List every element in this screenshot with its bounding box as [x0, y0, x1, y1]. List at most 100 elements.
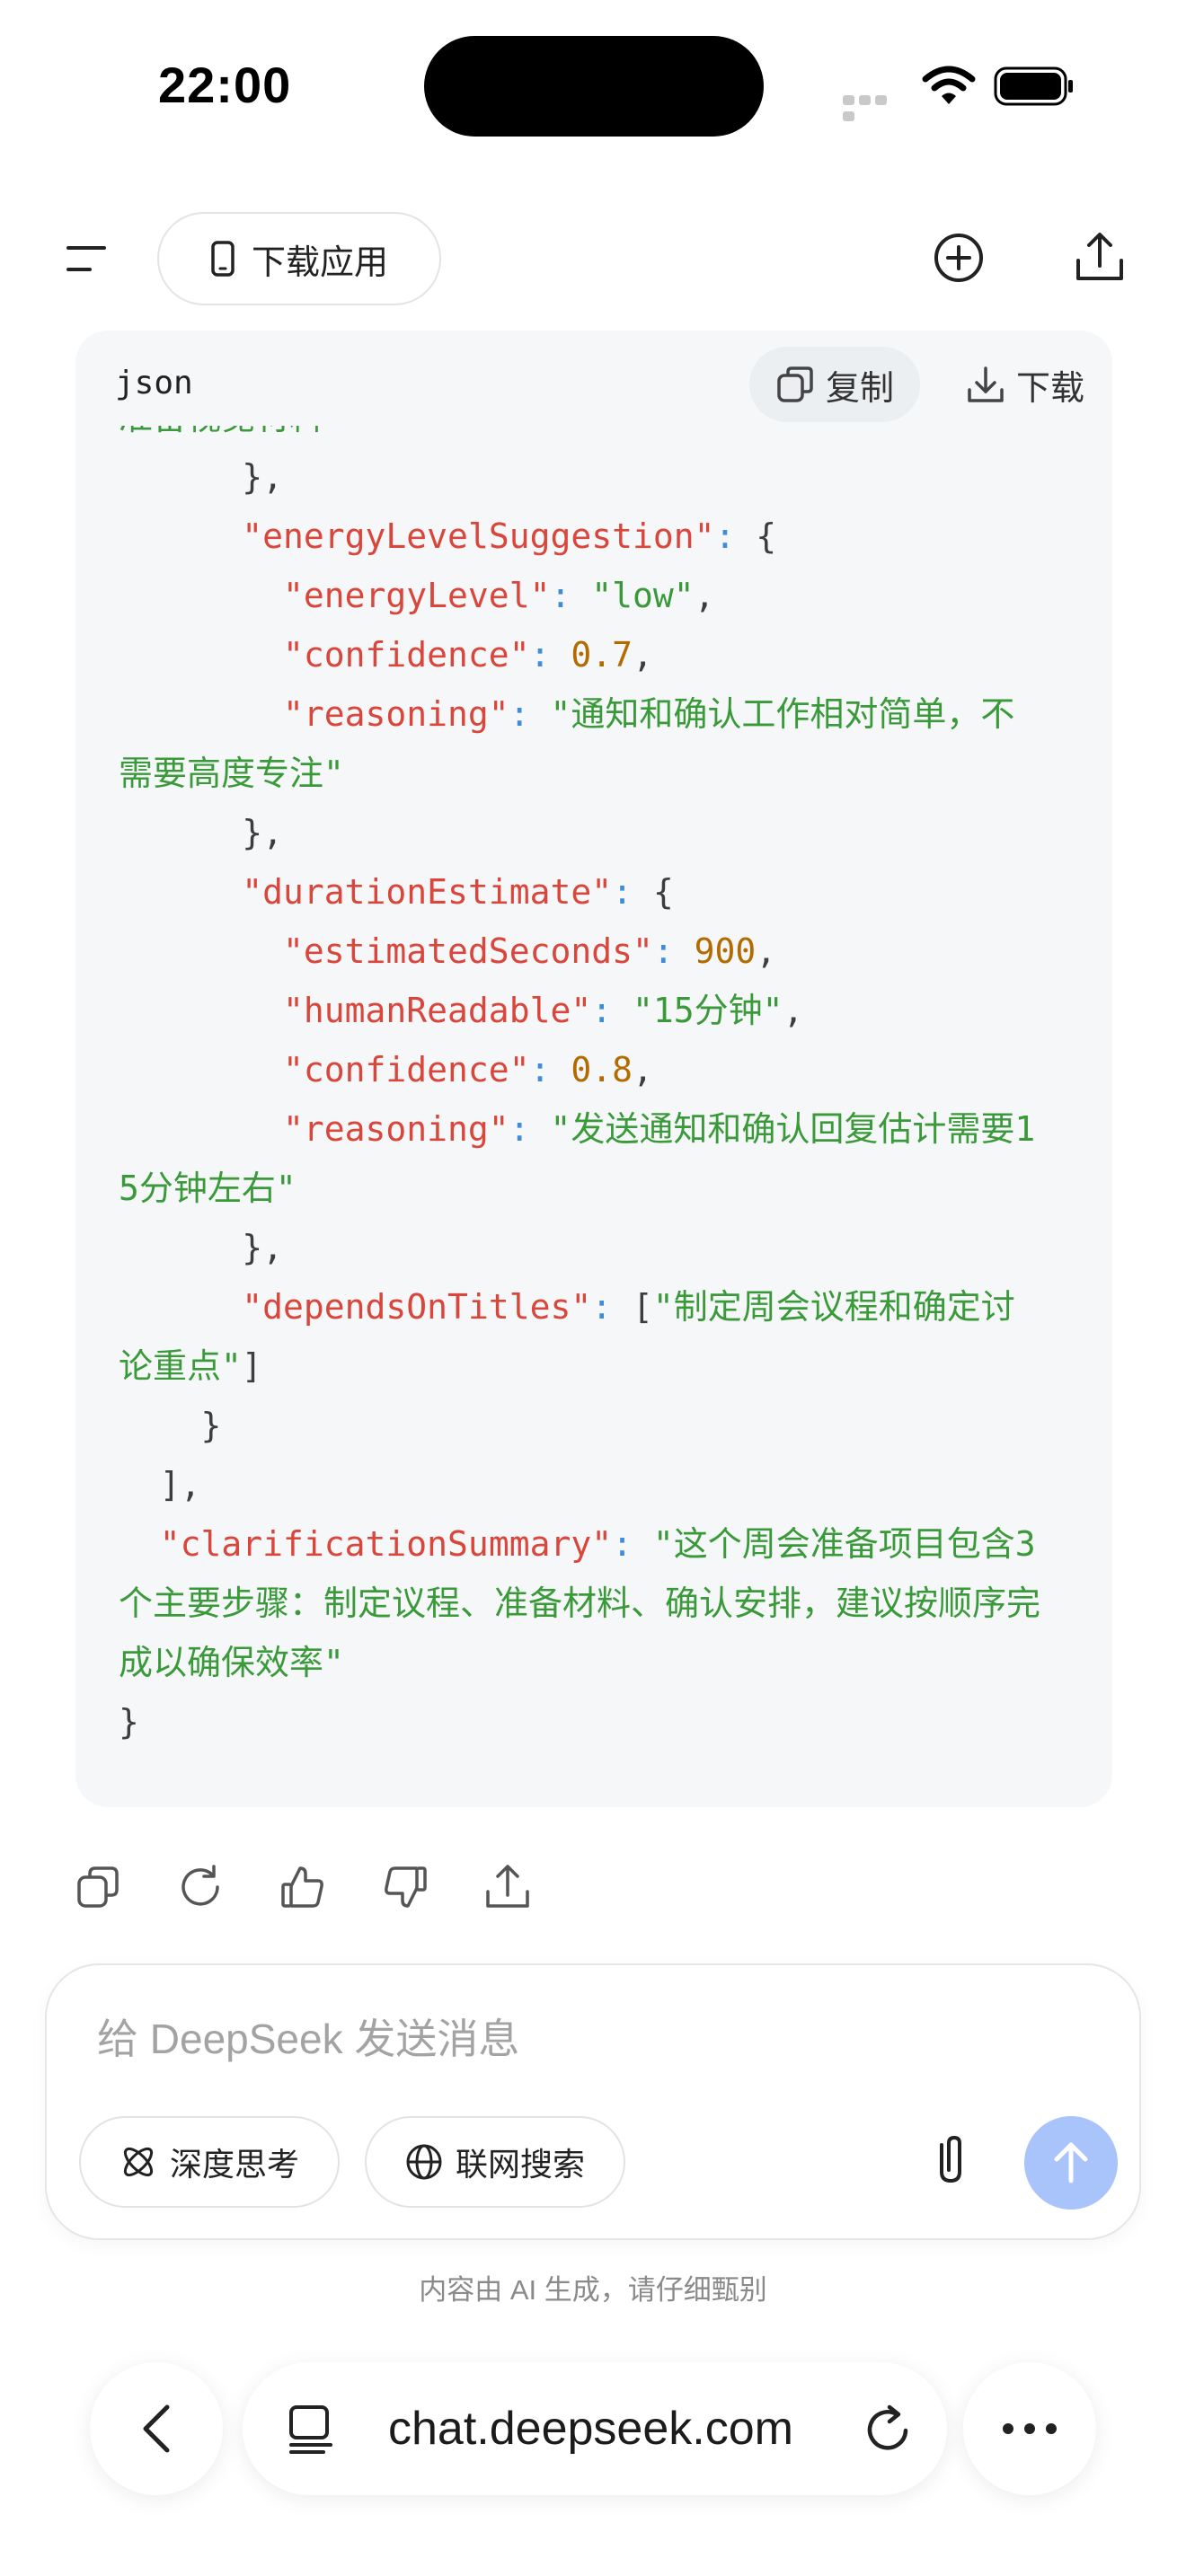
- code-token: }: [119, 1406, 222, 1445]
- code-token: 0.8: [571, 1050, 633, 1090]
- code-token: ,: [694, 576, 715, 615]
- regenerate-icon[interactable]: [176, 1863, 225, 1911]
- code-token: [: [632, 1287, 653, 1327]
- code-token: :: [529, 635, 571, 675]
- code-line: "durationEstimate": {: [119, 862, 674, 922]
- code-token: "clarificationSummary": [159, 1524, 613, 1564]
- code-token: 900: [694, 931, 757, 971]
- code-line: "confidence": 0.7,: [119, 625, 653, 684]
- thumbs-up-icon[interactable]: [279, 1863, 327, 1911]
- code-token: },: [119, 1228, 284, 1267]
- deep-think-toggle[interactable]: 深度思考: [79, 2116, 340, 2208]
- send-button[interactable]: [1024, 2116, 1118, 2210]
- sidebar-menu-icon[interactable]: [65, 241, 108, 277]
- code-line: 准备视觉材料: [119, 426, 323, 447]
- code-token: "estimatedSeconds": [283, 931, 653, 971]
- code-line: 需要高度专注": [119, 744, 344, 803]
- address-bar[interactable]: chat.deepseek.com: [243, 2362, 947, 2495]
- reload-icon[interactable]: [863, 2404, 913, 2456]
- url-text: chat.deepseek.com: [388, 2403, 793, 2455]
- code-token: ]: [241, 1346, 262, 1386]
- code-token: "reasoning": [283, 694, 509, 734]
- code-token: :: [591, 991, 633, 1030]
- code-token: "通知和确认工作相对简单，不: [550, 694, 1015, 734]
- code-token: "energyLevel": [283, 576, 551, 615]
- code-line: 成以确保效率": [119, 1633, 344, 1692]
- code-token: "energyLevelSuggestion": [242, 516, 715, 556]
- dynamic-island: [424, 36, 764, 137]
- code-token: "confidence": [283, 1050, 530, 1090]
- share-message-icon[interactable]: [483, 1863, 532, 1911]
- code-token: :: [714, 516, 757, 556]
- code-line: "dependsOnTitles": ["制定周会议程和确定讨: [119, 1277, 1015, 1337]
- code-token: :: [509, 1109, 551, 1149]
- thumbs-down-icon[interactable]: [381, 1863, 429, 1911]
- code-token: :: [550, 576, 592, 615]
- copy-icon: [777, 366, 813, 402]
- new-chat-icon[interactable]: [933, 232, 985, 284]
- ai-disclaimer: 内容由 AI 生成，请仔细甄别: [419, 2274, 767, 2306]
- status-time: 22:00: [158, 57, 292, 113]
- code-token: "confidence": [283, 635, 530, 675]
- code-line: "clarificationSummary": "这个周会准备项目包含3: [119, 1514, 1036, 1574]
- code-token: 0.7: [571, 635, 633, 675]
- code-token: ,: [783, 991, 804, 1030]
- reader-mode-icon[interactable]: [288, 2404, 334, 2454]
- code-token: :: [509, 694, 551, 734]
- code-token: "这个周会准备项目包含3: [652, 1524, 1036, 1564]
- code-content: 准备视觉材料 }, "energyLevelSuggestion": { "en…: [119, 426, 1089, 1791]
- download-code-button[interactable]: 下载: [949, 347, 1102, 422]
- code-line: "reasoning": "通知和确认工作相对简单，不: [119, 684, 1014, 744]
- globe-icon: [406, 2144, 442, 2180]
- code-token: "发送通知和确认回复估计需要1: [550, 1109, 1036, 1149]
- code-line: 论重点"]: [119, 1337, 262, 1396]
- code-line: },: [119, 803, 283, 862]
- web-search-label: 联网搜索: [455, 2146, 585, 2183]
- code-line: 5分钟左右": [119, 1159, 296, 1218]
- web-search-toggle[interactable]: 联网搜索: [365, 2116, 625, 2208]
- download-icon: [968, 366, 1004, 402]
- code-token: ],: [119, 1465, 201, 1504]
- code-token: "dependsOnTitles": [242, 1287, 592, 1327]
- download-app-button[interactable]: 下载应用: [157, 212, 441, 305]
- code-token: :: [612, 872, 653, 912]
- wifi-icon: [922, 66, 976, 104]
- code-line: "reasoning": "发送通知和确认回复估计需要1: [119, 1099, 1035, 1159]
- code-language-label: json: [115, 365, 193, 401]
- code-block: json 复制 下载 准备视觉材料 }, "energyLevelSuggest…: [75, 331, 1112, 1807]
- code-token: 需要高度专注": [119, 754, 344, 793]
- message-input[interactable]: 给 DeepSeek 发送消息: [97, 2007, 519, 2066]
- code-token: "durationEstimate": [242, 872, 613, 912]
- attach-icon[interactable]: [924, 2132, 978, 2190]
- copy-message-icon[interactable]: [74, 1863, 122, 1911]
- code-line: },: [119, 1218, 283, 1277]
- code-token: ,: [756, 931, 777, 971]
- deep-think-icon: [123, 2147, 154, 2177]
- deep-think-label: 深度思考: [169, 2146, 299, 2183]
- code-token: "low": [591, 576, 695, 615]
- share-icon[interactable]: [1075, 230, 1125, 284]
- code-line: "humanReadable": "15分钟",: [119, 981, 803, 1040]
- copy-label: 复制: [825, 369, 894, 408]
- code-token: },: [119, 457, 284, 497]
- copy-code-button[interactable]: 复制: [749, 347, 920, 422]
- message-composer: 给 DeepSeek 发送消息 深度思考 联网搜索: [45, 1963, 1141, 2240]
- code-token: "制定周会议程和确定讨: [652, 1287, 1015, 1327]
- code-token: {: [652, 872, 674, 912]
- download-label: 下载: [1015, 369, 1084, 408]
- code-line: ],: [119, 1455, 201, 1514]
- code-line: },: [119, 447, 283, 507]
- browser-back-button[interactable]: [90, 2362, 223, 2495]
- more-dots-icon: [1003, 2423, 1057, 2434]
- chevron-left-icon: [143, 2404, 170, 2453]
- battery-icon: [994, 66, 1073, 106]
- browser-more-button[interactable]: [963, 2362, 1096, 2495]
